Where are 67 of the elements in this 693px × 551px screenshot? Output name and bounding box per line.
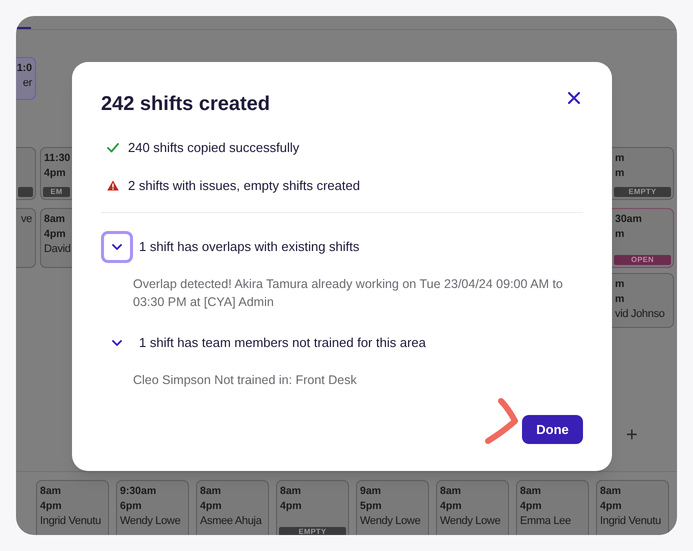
shift-time: 30am (615, 212, 642, 227)
shift-time: 4pm (520, 499, 543, 514)
shift-assignee: ve (20, 212, 32, 227)
shift-time: 5pm (360, 499, 383, 514)
shift-card[interactable]: 9:30am 6pm Wendy Lowe (116, 480, 189, 535)
shift-card[interactable]: 8am 4pm Asmee Ahuja (196, 480, 269, 535)
shift-card[interactable]: 8am 4pm Wendy Lowe (436, 480, 509, 535)
add-shift-button[interactable]: + (626, 425, 640, 445)
shift-time: 8am (44, 212, 66, 227)
shift-time: m (615, 292, 624, 307)
shift-assignee: Ingrid Venutu (40, 514, 102, 529)
shift-card[interactable]: 8am 4pm Ingrid Venutu (596, 480, 669, 535)
shift-time: 4pm (44, 166, 67, 181)
shift-time: 4pm (280, 499, 303, 514)
shift-assignee: Wendy Lowe (360, 514, 422, 529)
shift-time: 1:0 (16, 61, 32, 76)
shift-time: 8am (440, 484, 462, 499)
shift-time: m (615, 151, 624, 166)
shift-assignee: vid Johnso (615, 307, 665, 322)
shift-assignee: Asmee Ahuja (200, 514, 263, 529)
shift-card[interactable]: 9am 5pm Wendy Lowe (356, 480, 429, 535)
expand-toggle[interactable] (101, 231, 133, 263)
shift-card[interactable]: 1:0 er (16, 57, 36, 100)
shift-card[interactable]: 8am 4pm Ingrid Venutu (36, 480, 109, 535)
shift-assignee: Ingrid Venutu (600, 514, 662, 529)
shift-time: 6pm (120, 499, 143, 514)
shift-time: m (615, 277, 624, 292)
chevron-down-icon (112, 340, 122, 346)
issue-detail: Overlap detected! Akira Tamura already working on Tue 23/04/24 09:00 AM to 03:30 PM at [CYA] Admin (133, 276, 564, 311)
issue-title: 1 shift has overlaps with existing shifts (139, 238, 360, 256)
issue-title: 1 shift has team members not trained for this area (139, 334, 426, 352)
shift-time: 8am (200, 484, 222, 499)
shift-time: 9:30am (120, 484, 158, 499)
shift-time: 8am (600, 484, 622, 499)
shift-card[interactable]: m m vid Johnso (612, 273, 674, 328)
shift-time: 8am (280, 484, 302, 499)
close-icon (568, 92, 580, 104)
shift-card[interactable]: ve (16, 208, 36, 268)
shift-assignee: Wendy Lowe (120, 514, 182, 529)
warning-icon (107, 180, 119, 191)
shift-time: 8am (520, 484, 542, 499)
shift-assignee: er (22, 76, 32, 91)
dialog-title: 242 shifts created (101, 92, 270, 117)
shift-time: 4pm (40, 499, 63, 514)
check-icon (107, 142, 119, 153)
tab-underline (16, 27, 31, 29)
result-text: 2 shifts with issues, empty shifts created (128, 176, 360, 195)
shift-card[interactable]: 8am 4pm Emma Lee (516, 480, 589, 535)
shift-card[interactable]: 8am 4pm David (40, 208, 72, 268)
shift-assignee: Emma Lee (520, 514, 572, 529)
shift-time: m (615, 166, 624, 181)
shift-time: 4pm (600, 499, 623, 514)
result-text: 240 shifts copied successfully (128, 139, 300, 157)
done-button[interactable]: Done (522, 415, 583, 444)
shift-time: 4pm (200, 499, 223, 514)
shift-time: 4pm (440, 499, 463, 514)
shift-time: m (615, 227, 624, 242)
shift-time: 4pm (44, 227, 67, 242)
shift-time: 8am (40, 484, 62, 499)
shift-time: 9am (360, 484, 382, 499)
chevron-down-icon (112, 244, 122, 250)
shift-card[interactable] (16, 147, 36, 200)
shift-assignee: Wendy Lowe (440, 514, 502, 529)
shift-time: 11:30 (44, 151, 69, 166)
issue-detail: Cleo Simpson Not trained in: Front Desk (133, 372, 358, 389)
shift-assignee: David (44, 242, 69, 257)
empty-tag (18, 187, 33, 197)
